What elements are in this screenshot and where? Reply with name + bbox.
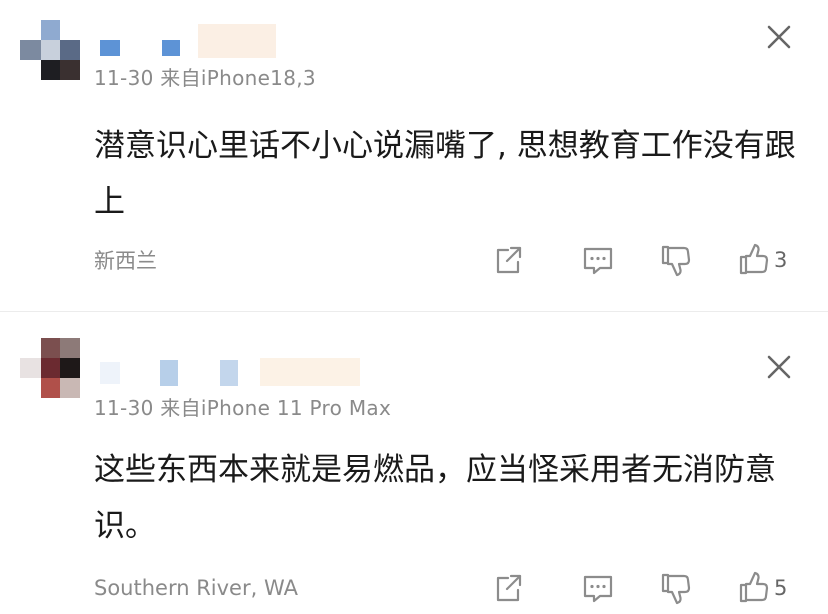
reply-button[interactable] (580, 238, 616, 282)
like-button[interactable]: 5 (736, 566, 787, 610)
like-count: 5 (774, 576, 788, 600)
username-blurred[interactable] (98, 24, 308, 58)
avatar[interactable] (20, 20, 82, 82)
comment-meta: 11-30 来自iPhone18,3 (94, 66, 316, 90)
close-icon[interactable] (766, 24, 792, 50)
share-button[interactable] (490, 238, 526, 282)
username-blurred[interactable] (98, 356, 360, 386)
comment-location: 新西兰 (94, 249, 157, 273)
dislike-button[interactable] (658, 238, 694, 282)
comment-location: Southern River, WA (94, 576, 298, 600)
like-icon (736, 570, 772, 606)
comment-item: 11-30 来自iPhone18,3 潜意识心里话不小心说漏嘴了, 思想教育工作… (0, 0, 828, 311)
avatar[interactable] (20, 338, 82, 400)
share-icon (490, 570, 526, 606)
reply-icon (580, 570, 616, 606)
like-icon (736, 242, 772, 278)
like-count: 3 (774, 248, 788, 272)
comment-text: 潜意识心里话不小心说漏嘴了, 思想教育工作没有跟上 (94, 128, 796, 220)
comment-actions: 3 (490, 238, 810, 282)
share-button[interactable] (490, 566, 526, 610)
comment-actions: 5 (490, 566, 810, 610)
comment-meta: 11-30 来自iPhone 11 Pro Max (94, 396, 392, 420)
close-icon[interactable] (766, 354, 792, 380)
reply-icon (580, 242, 616, 278)
share-icon (490, 242, 526, 278)
dislike-button[interactable] (658, 566, 694, 610)
comment-text: 这些东西本来就是易燃品，应当怪采用者无消防意识。 (94, 452, 776, 544)
dislike-icon (658, 242, 694, 278)
comment-item: 11-30 来自iPhone 11 Pro Max 这些东西本来就是易燃品，应当… (0, 312, 828, 614)
reply-button[interactable] (580, 566, 616, 610)
like-button[interactable]: 3 (736, 238, 787, 282)
dislike-icon (658, 570, 694, 606)
